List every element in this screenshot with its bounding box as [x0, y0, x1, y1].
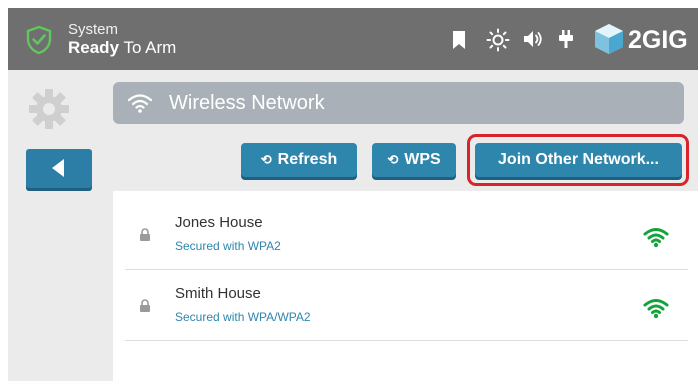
network-row[interactable]: Smith House Secured with WPA/WPA2	[113, 275, 698, 345]
page-title: Wireless Network	[169, 92, 325, 114]
network-name: Smith House	[175, 285, 261, 302]
sync-icon: ⟲	[260, 152, 272, 167]
wifi-signal-icon	[643, 228, 669, 248]
wps-button[interactable]: ⟲ WPS	[372, 143, 456, 177]
wifi-signal-icon	[643, 299, 669, 319]
refresh-label: Refresh	[277, 151, 338, 168]
shield-check-icon[interactable]	[25, 25, 53, 55]
status-value: Ready To Arm	[68, 38, 177, 57]
status-label: System	[68, 21, 119, 38]
wifi-icon	[127, 94, 153, 113]
brand-name: 2GIG	[628, 26, 688, 54]
network-row[interactable]: Jones House Secured with WPA2	[113, 204, 698, 274]
network-list: Jones House Secured with WPA2 Smith Hous…	[113, 191, 698, 381]
brand-logo: 2GIG	[592, 21, 698, 57]
header-bar: System Ready To Arm 2GIG	[8, 8, 698, 70]
bookmark-icon[interactable]	[452, 30, 466, 50]
network-name: Jones House	[175, 214, 263, 231]
back-arrow-icon	[52, 159, 64, 177]
refresh-button[interactable]: ⟲ Refresh	[241, 143, 357, 177]
divider	[125, 269, 688, 270]
lock-icon	[140, 228, 150, 241]
wireless-network-screen: System Ready To Arm 2GIG Wireless Networ…	[8, 8, 698, 381]
sync-icon: ⟲	[387, 152, 399, 167]
volume-icon[interactable]	[522, 29, 544, 49]
title-bar: Wireless Network	[113, 82, 684, 124]
lock-icon	[140, 299, 150, 312]
wps-label: WPS	[404, 151, 441, 168]
system-status[interactable]: System Ready To Arm	[68, 21, 176, 57]
back-button[interactable]	[26, 149, 92, 188]
divider	[125, 340, 688, 341]
brand-cube-icon	[595, 24, 623, 54]
gear-icon[interactable]	[28, 88, 70, 130]
brightness-icon[interactable]	[486, 28, 510, 52]
network-security: Secured with WPA/WPA2	[175, 310, 311, 324]
highlight-outline	[467, 134, 689, 186]
power-plug-icon[interactable]	[557, 29, 575, 49]
network-security: Secured with WPA2	[175, 239, 281, 253]
